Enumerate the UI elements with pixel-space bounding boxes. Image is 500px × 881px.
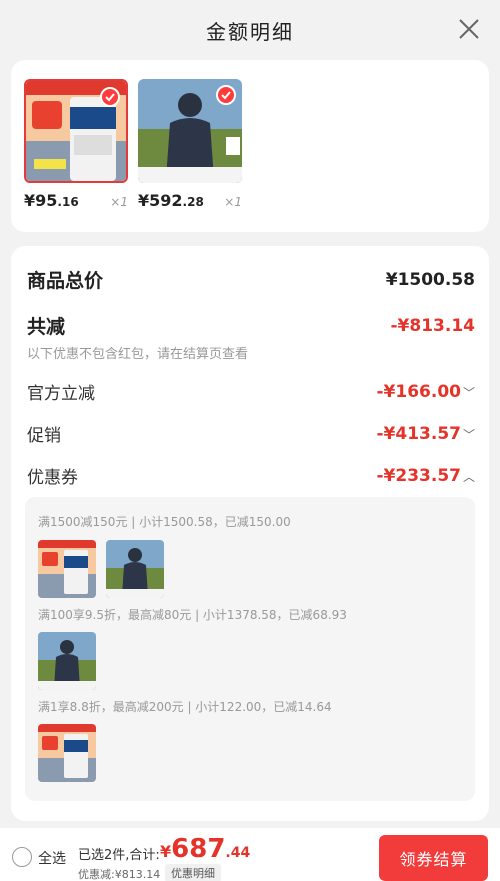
coupon-rule-line: 满1500减150元 | 小计1500.58，已减150.00 [38, 515, 291, 529]
chevron-down-icon[interactable]: ﹀ [463, 428, 475, 442]
page-title: 金额明细 [206, 19, 294, 44]
total-price-row: 商品总价 ¥1500.58 [27, 266, 475, 293]
coupon-label: 优惠券 [27, 468, 78, 488]
product-item[interactable]: ¥592.28 ×1 [138, 79, 242, 210]
mini-jacket-thumbnail [106, 540, 164, 598]
close-icon[interactable] [456, 16, 482, 42]
total-reduce-label: 共减 [27, 316, 66, 338]
mini-oil-thumbnail [38, 540, 96, 598]
coupon-product-thumbs [38, 540, 164, 598]
selected-count: 已选2件,合计: [78, 848, 160, 863]
mini-jacket-thumbnail [38, 632, 96, 690]
coupon-row[interactable]: 优惠券 -¥233.57 ︿ [27, 463, 475, 489]
product-price: ¥95.16 [24, 191, 79, 210]
promotion-row[interactable]: 促销 -¥413.57 ﹀ [27, 421, 475, 447]
total-price-value: ¥1500.58 [385, 269, 475, 290]
coupon-rule-line: 满100享9.5折，最高减80元 | 小计1378.58，已减68.93 [38, 608, 347, 622]
checkout-button[interactable]: 领券结算 [379, 835, 488, 881]
chevron-up-icon[interactable]: ︿ [463, 470, 475, 484]
total-reduce-value: -¥813.14 [390, 315, 476, 336]
checkout-bar: 全选 已选2件,合计: ¥687.44 优惠减:¥813.14 优惠明细 领券结… [0, 828, 500, 881]
price-detail-card: 商品总价 ¥1500.58 共减 -¥813.14 以下优惠不包含红包，请在结算… [11, 246, 489, 821]
saved-amount: 优惠减:¥813.14 [78, 868, 161, 881]
select-all-radio[interactable] [12, 847, 32, 867]
official-discount-row[interactable]: 官方立减 -¥166.00 ﹀ [27, 379, 475, 405]
discount-note: 以下优惠不包含红包，请在结算页查看 [27, 347, 249, 362]
modal-header: 金额明细 [0, 0, 500, 60]
product-quantity: ×1 [224, 195, 242, 209]
checked-icon [216, 85, 236, 105]
official-discount-label: 官方立减 [27, 384, 95, 404]
coupon-product-thumbs [38, 724, 96, 782]
product-quantity: ×1 [110, 195, 128, 209]
total-price-label: 商品总价 [27, 270, 104, 292]
product-price: ¥592.28 [138, 191, 204, 210]
discount-detail-link[interactable]: 优惠明细 [165, 864, 221, 881]
mini-oil-thumbnail [38, 724, 96, 782]
coupon-value: -¥233.57 ︿ [376, 465, 475, 486]
official-discount-value: -¥166.00 ﹀ [376, 381, 475, 402]
total-reduce-row: 共减 -¥813.14 [27, 312, 475, 339]
product-thumbnail-jacket[interactable] [138, 79, 242, 183]
total-amount: ¥687.44 [160, 834, 251, 864]
product-thumbnail-oil[interactable] [24, 79, 128, 183]
products-card: ¥95.16 ×1 ¥592.28 ×1 [11, 60, 489, 232]
product-item[interactable]: ¥95.16 ×1 [24, 79, 128, 210]
coupon-detail-box: 满1500减150元 | 小计1500.58，已减150.00 满100享9.5… [25, 497, 475, 801]
coupon-product-thumbs [38, 632, 96, 690]
select-all-label[interactable]: 全选 [38, 848, 66, 868]
promotion-label: 促销 [27, 426, 61, 446]
promotion-value: -¥413.57 ﹀ [376, 423, 475, 444]
checked-icon [100, 87, 120, 107]
chevron-down-icon[interactable]: ﹀ [463, 386, 475, 400]
coupon-rule-line: 满1享8.8折，最高减200元 | 小计122.00，已减14.64 [38, 700, 332, 714]
